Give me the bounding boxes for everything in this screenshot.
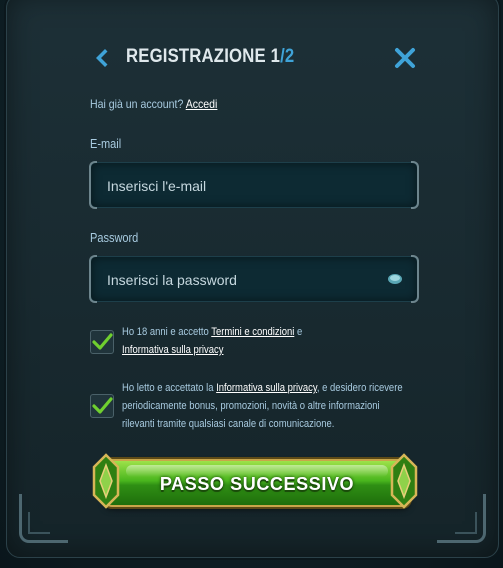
email-label: E-mail	[90, 137, 122, 151]
marketing-checkbox[interactable]	[90, 394, 114, 418]
marketing-consent-text: Ho letto e accettato la Informativa sull…	[122, 379, 406, 433]
page-title: REGISTRAZIONE 1/2	[126, 46, 294, 68]
checkmark-icon	[92, 333, 113, 350]
close-button[interactable]	[394, 47, 416, 69]
login-prompt-text: Hai già un account?	[90, 97, 184, 111]
terms-checkbox[interactable]	[90, 330, 114, 354]
panel-corner-ornament-left	[19, 494, 68, 543]
login-link[interactable]: Accedi	[186, 97, 218, 111]
step-total: 2	[284, 46, 295, 67]
panel-corner-ornament-right	[437, 494, 486, 543]
terms-text-2: e	[294, 326, 303, 338]
marketing-privacy-link[interactable]: Informativa sulla privacy	[216, 382, 317, 394]
email-field[interactable]	[105, 163, 379, 209]
show-password-toggle[interactable]	[387, 272, 403, 286]
title-text: REGISTRAZIONE	[126, 46, 266, 67]
close-icon	[395, 48, 415, 68]
next-step-label: PASSO SUCCESSIVO	[159, 474, 355, 494]
marketing-text-1: Ho letto e accettato la	[122, 382, 217, 394]
privacy-link[interactable]: Informativa sulla privacy	[122, 344, 223, 356]
checkmark-icon	[92, 397, 113, 414]
password-field[interactable]	[105, 257, 379, 303]
next-step-button[interactable]: PASSO SUCCESSIVO	[92, 453, 418, 509]
terms-consent-text: Ho 18 anni e accetto Termini e condizion…	[122, 323, 406, 359]
button-gem-ornament-right	[390, 453, 418, 509]
eye-icon	[388, 274, 402, 284]
terms-text-1: Ho 18 anni e accetto	[122, 326, 212, 338]
chevron-left-icon	[96, 49, 108, 67]
email-field-frame	[89, 161, 419, 209]
next-step-button-body: PASSO SUCCESSIVO	[104, 459, 410, 507]
terms-link[interactable]: Termini e condizioni	[211, 326, 294, 338]
login-prompt: Hai già un account? Accedi	[90, 97, 217, 111]
registration-header: REGISTRAZIONE 1/2	[90, 44, 420, 72]
step-current: 1	[270, 46, 281, 67]
button-gem-ornament-left	[92, 453, 120, 509]
back-button[interactable]	[90, 46, 114, 70]
password-field-frame	[89, 255, 419, 303]
password-label: Password	[90, 231, 139, 245]
